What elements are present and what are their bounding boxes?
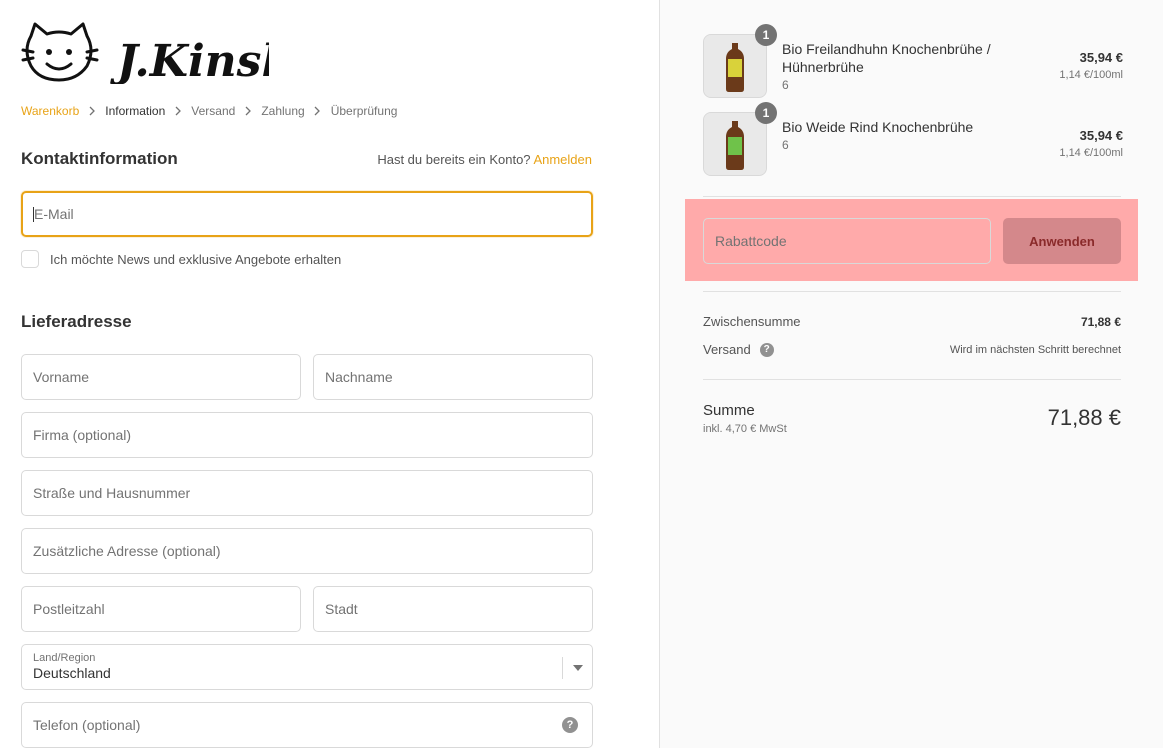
discount-section: Rabattcode Anwenden — [685, 199, 1138, 281]
country-value: Deutschland — [33, 665, 111, 681]
shipping-row: Versand ? Wird im nächsten Schritt berec… — [703, 342, 1121, 357]
zip-placeholder: Postleitzahl — [33, 601, 105, 617]
order-summary: 1 Bio Freilandhuhn Knochenbrühe / Hühner… — [659, 0, 1163, 748]
chevron-down-icon — [562, 657, 592, 679]
brand-logo[interactable]: J.Kinski — [21, 22, 309, 87]
discount-code-input[interactable]: Rabattcode — [703, 218, 991, 264]
company-placeholder: Firma (optional) — [33, 427, 132, 443]
chevron-right-icon — [305, 106, 331, 116]
first-name-placeholder: Vorname — [33, 369, 90, 385]
breadcrumb-information: Information — [105, 104, 166, 118]
help-icon[interactable]: ? — [759, 342, 774, 357]
last-name-placeholder: Nachname — [325, 369, 393, 385]
street-placeholder: Straße und Hausnummer — [33, 485, 191, 501]
product-name: Bio Freilandhuhn Knochenbrühe / Hühnerbr… — [782, 41, 991, 75]
help-icon[interactable]: ? — [562, 717, 578, 733]
phone-field[interactable]: Telefon (optional) ? — [21, 702, 593, 748]
total-label: Summe — [703, 402, 755, 419]
subtotal-label: Zwischensumme — [703, 314, 801, 329]
quantity-badge: 1 — [755, 24, 777, 46]
last-name-field[interactable]: Nachname — [313, 354, 593, 400]
account-prompt-text: Hast du bereits ein Konto? — [377, 152, 531, 167]
subtotal-value: 71,88 € — [1080, 314, 1121, 329]
address2-field[interactable]: Zusätzliche Adresse (optional) — [21, 528, 593, 574]
shipping-section-title: Lieferadresse — [21, 312, 132, 331]
email-placeholder: E-Mail — [34, 206, 74, 222]
product-name: Bio Weide Rind Knochenbrühe — [782, 119, 974, 135]
first-name-field[interactable]: Vorname — [21, 354, 301, 400]
quantity-badge: 1 — [755, 102, 777, 124]
product-variant: 6 — [782, 138, 789, 152]
contact-section-title: Kontaktinformation — [21, 149, 178, 168]
phone-placeholder: Telefon (optional) — [33, 717, 141, 733]
product-image: 1 — [703, 102, 777, 176]
apply-discount-button[interactable]: Anwenden — [1003, 218, 1121, 264]
city-placeholder: Stadt — [325, 601, 358, 617]
total-value: 71,88 € — [1047, 405, 1121, 430]
product-price: 35,94 € — [1079, 128, 1123, 143]
subtotal-row: Zwischensumme 71,88 € — [703, 314, 1121, 329]
chevron-right-icon — [235, 106, 261, 116]
shipping-label: Versand — [703, 342, 751, 357]
shipping-value: Wird im nächsten Schritt berechnet — [949, 343, 1121, 356]
product-unit-price: 1,14 €/100ml — [1059, 147, 1123, 159]
login-link[interactable]: Anmelden — [533, 152, 592, 167]
breadcrumb-payment: Zahlung — [261, 104, 305, 118]
email-field[interactable]: E-Mail — [21, 191, 593, 237]
cart-item: 1 Bio Freilandhuhn Knochenbrühe / Hühner… — [703, 24, 1123, 98]
street-field[interactable]: Straße und Hausnummer — [21, 470, 593, 516]
breadcrumb-cart[interactable]: Warenkorb — [21, 104, 79, 118]
shipping-label-group: Versand ? — [703, 342, 774, 357]
cart-item: 1 Bio Weide Rind Knochenbrühe 6 35,94 € … — [703, 102, 1123, 176]
product-variant: 6 — [782, 78, 789, 92]
product-unit-price: 1,14 €/100ml — [1059, 69, 1123, 81]
address2-placeholder: Zusätzliche Adresse (optional) — [33, 543, 221, 559]
company-field[interactable]: Firma (optional) — [21, 412, 593, 458]
product-image: 1 — [703, 24, 777, 98]
city-field[interactable]: Stadt — [313, 586, 593, 632]
product-price: 35,94 € — [1079, 50, 1123, 65]
divider — [703, 196, 1121, 197]
divider — [703, 379, 1121, 380]
zip-field[interactable]: Postleitzahl — [21, 586, 301, 632]
chevron-right-icon — [165, 106, 191, 116]
country-label: Land/Region — [33, 652, 96, 664]
newsletter-label: Ich möchte News und exklusive Angebote e… — [50, 251, 342, 267]
divider — [703, 291, 1121, 292]
newsletter-option[interactable]: Ich möchte News und exklusive Angebote e… — [21, 250, 341, 268]
discount-placeholder: Rabattcode — [715, 233, 787, 249]
svg-text:J.Kinski: J.Kinski — [110, 36, 269, 84]
login-prompt: Hast du bereits ein Konto? Anmelden — [377, 152, 592, 167]
country-select[interactable]: Land/Region Deutschland — [21, 644, 593, 690]
breadcrumb-review: Überprüfung — [330, 104, 398, 118]
breadcrumb-shipping: Versand — [191, 104, 236, 118]
checkout-main: J.Kinski Warenkorb Information Versand Z… — [0, 0, 659, 748]
chevron-right-icon — [79, 106, 105, 116]
newsletter-checkbox[interactable] — [21, 250, 39, 268]
tax-note: inkl. 4,70 € MwSt — [703, 423, 787, 435]
breadcrumb: Warenkorb Information Versand Zahlung Üb… — [21, 103, 397, 119]
